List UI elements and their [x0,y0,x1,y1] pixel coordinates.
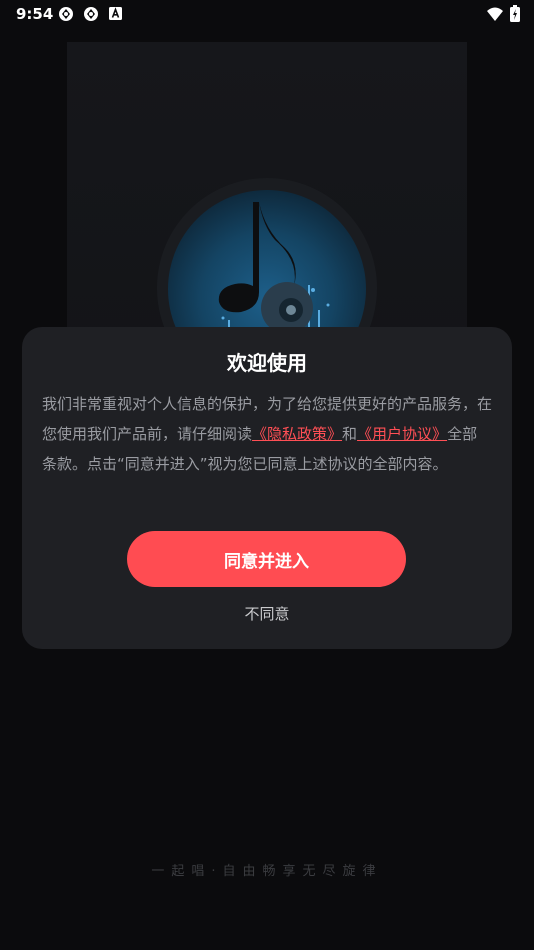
slogan: 一起唱·自由畅享无尽旋律 [151,864,383,879]
notification-icon [84,7,98,21]
status-bar: 9:54 [0,0,534,28]
user-agreement-link[interactable]: 《用户协议》 [357,425,447,443]
music-note-icon [218,202,313,334]
dialog-title: 欢迎使用 [227,351,307,375]
notification-icon [59,7,73,21]
disagree-button[interactable]: 不同意 [22,603,512,624]
battery-icon [510,5,520,22]
privacy-policy-link[interactable]: 《隐私政策》 [252,425,342,443]
and-text: 和 [342,425,358,443]
wifi-icon [487,7,503,21]
dialog-body: 我们非常重视对个人信息的保护，为了给您提供更好的产品服务，在您使用我们产品前，请… [42,389,492,479]
status-time: 9:54 [16,5,54,23]
welcome-dialog: 欢迎使用 我们非常重视对个人信息的保护，为了给您提供更好的产品服务，在您使用我们… [22,327,512,649]
text-a-icon [109,7,122,20]
agree-button[interactable]: 同意并进入 [127,531,406,587]
